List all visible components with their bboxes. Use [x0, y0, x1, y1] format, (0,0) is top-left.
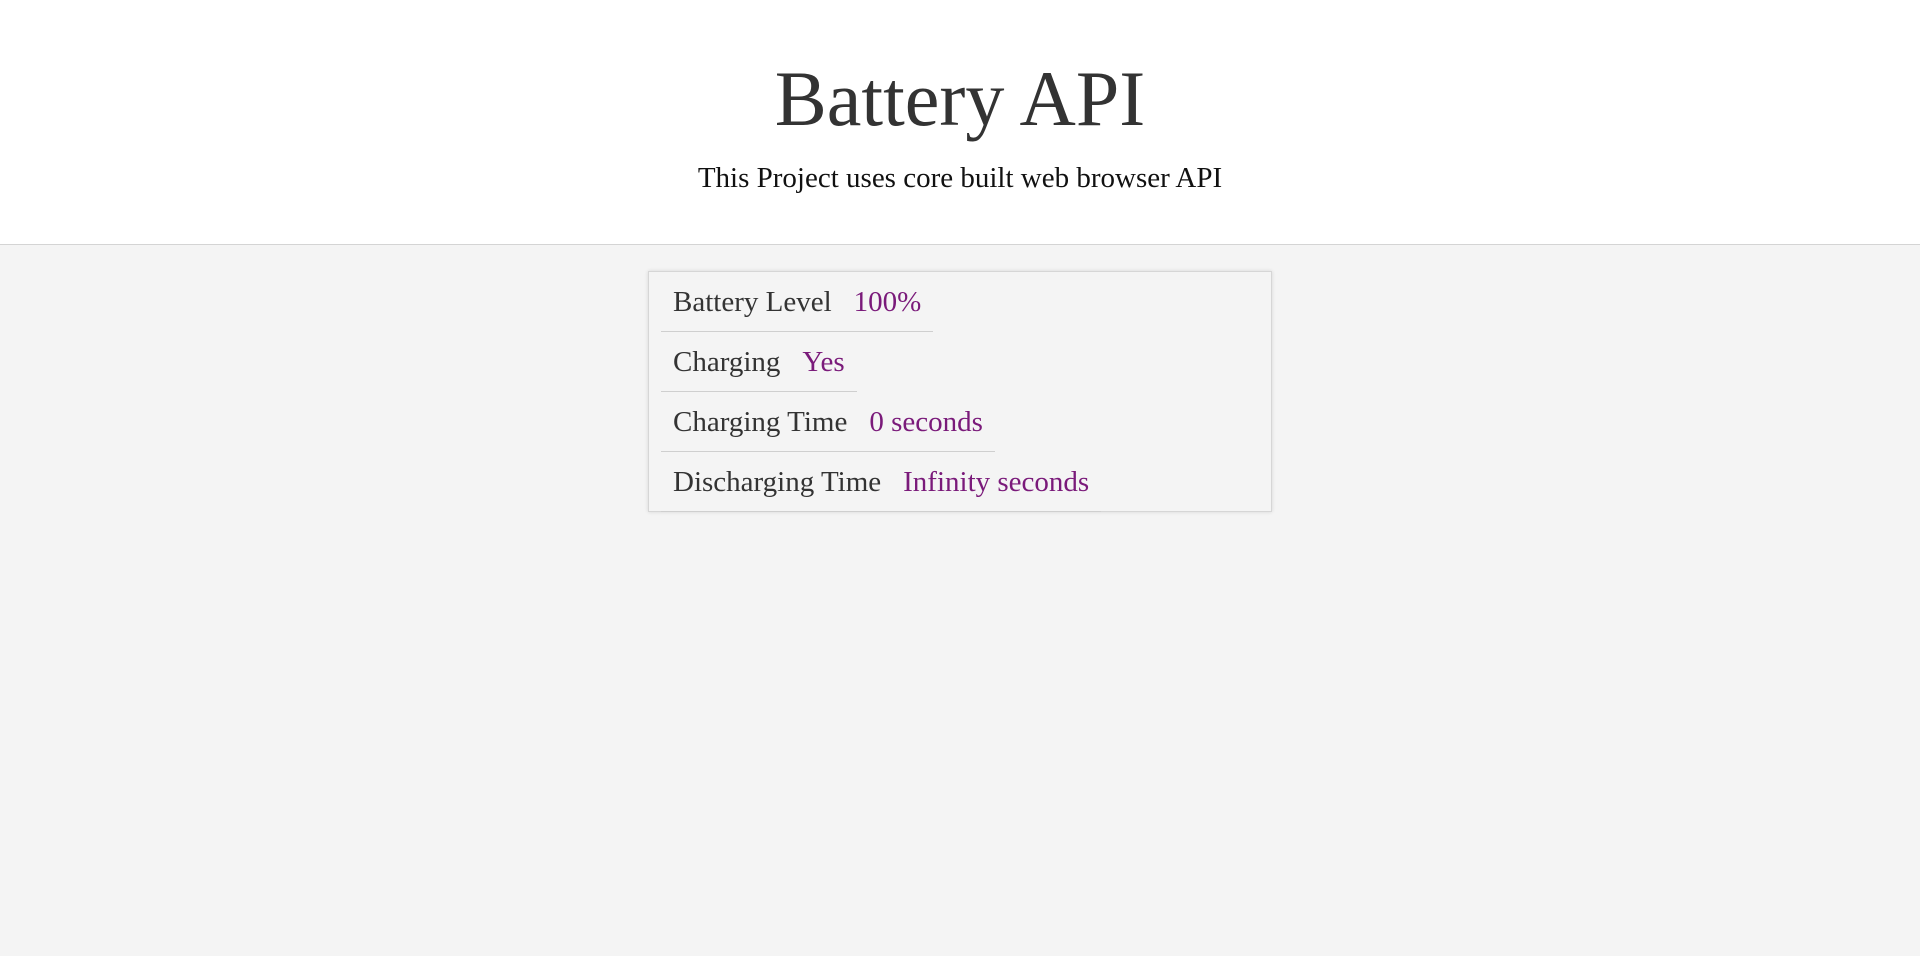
charging-time-row: Charging Time 0 seconds — [661, 392, 995, 452]
page-header: Battery API This Project uses core built… — [0, 0, 1920, 245]
discharging-time-row: Discharging Time Infinity seconds — [661, 452, 1102, 512]
charging-row: Charging Yes — [661, 332, 857, 392]
charging-value: Yes — [802, 346, 845, 378]
discharging-time-label: Discharging Time — [673, 466, 882, 498]
battery-info-panel: Battery Level 100% Charging Yes Charging T… — [648, 271, 1272, 512]
charging-time-label: Charging Time — [673, 406, 848, 438]
charging-time-value: 0 seconds — [869, 406, 983, 438]
charging-label: Charging — [673, 346, 781, 378]
battery-level-label: Battery Level — [673, 286, 832, 318]
page-subtitle: This Project uses core built web browser… — [697, 162, 1223, 194]
battery-level-row: Battery Level 100% — [661, 272, 934, 332]
discharging-time-value: Infinity seconds — [903, 466, 1090, 498]
page-title: Battery API — [774, 55, 1146, 142]
battery-level-value: 100% — [853, 286, 922, 318]
